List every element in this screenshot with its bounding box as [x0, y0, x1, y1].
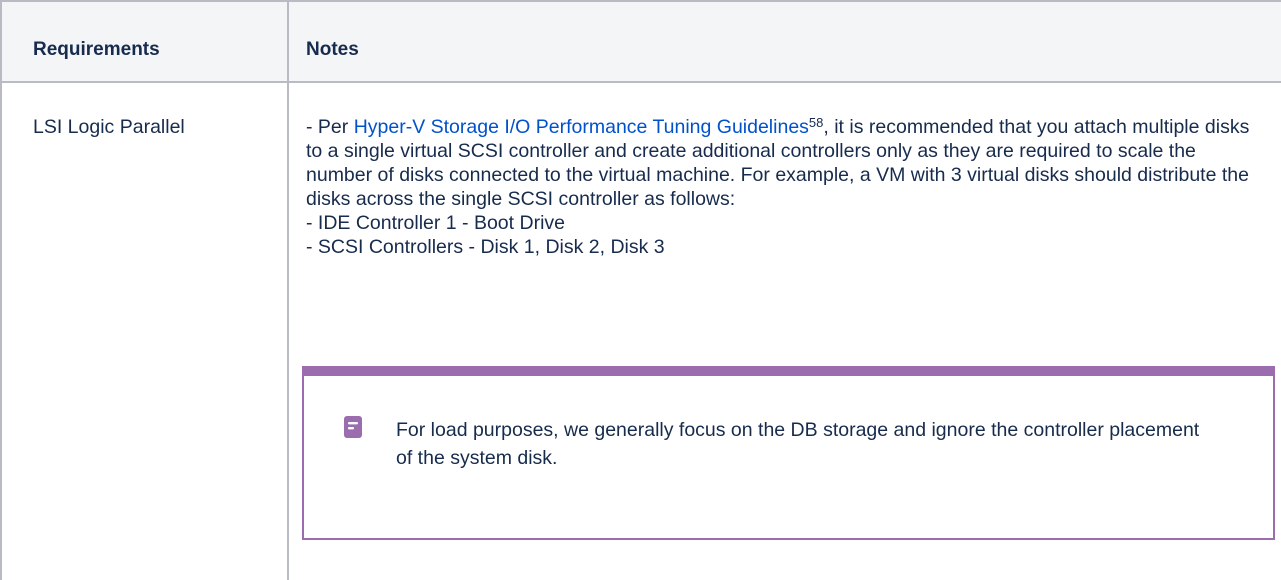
header-requirements: Requirements [33, 39, 160, 60]
header-notes: Notes [306, 39, 359, 60]
requirements-table: Requirements Notes LSI Logic Parallel - … [0, 0, 1281, 580]
note-icon [344, 416, 362, 438]
notes-intro-prefix: - Per [306, 116, 354, 138]
table-left-border [0, 0, 2, 580]
footnote-marker[interactable]: 58 [809, 115, 823, 130]
list-item: - SCSI Controllers - Disk 1, Disk 2, Dis… [306, 236, 665, 258]
list-item: - IDE Controller 1 - Boot Drive [306, 212, 565, 234]
column-divider [287, 0, 289, 580]
notes-cell: - Per Hyper-V Storage I/O Performance Tu… [306, 115, 1266, 259]
hyperv-tuning-guidelines-link[interactable]: Hyper-V Storage I/O Performance Tuning G… [354, 116, 809, 138]
requirement-cell: LSI Logic Parallel [33, 116, 185, 138]
header-divider [0, 81, 1281, 83]
table-top-border [0, 0, 1281, 2]
table-header-row [0, 0, 1281, 82]
info-note-panel: For load purposes, we generally focus on… [302, 366, 1275, 540]
note-text: For load purposes, we generally focus on… [396, 419, 1200, 469]
notes-paragraph: - Per Hyper-V Storage I/O Performance Tu… [306, 115, 1266, 211]
